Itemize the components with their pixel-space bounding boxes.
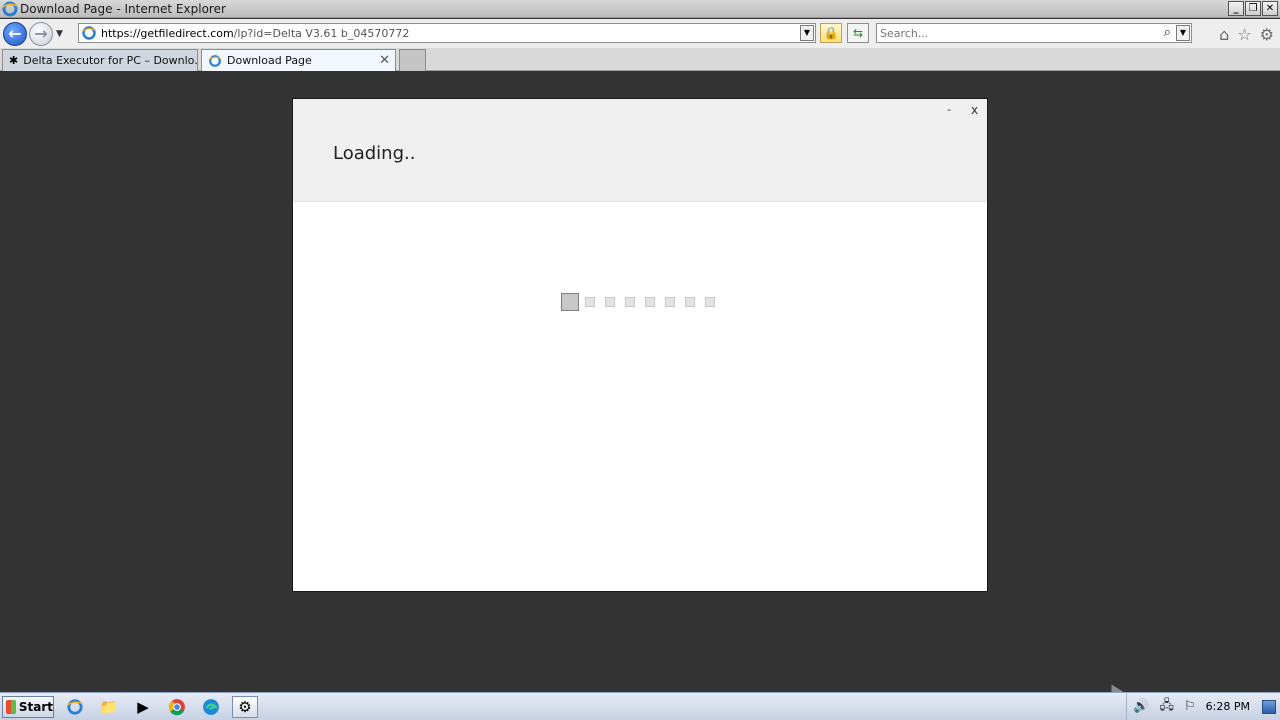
windows-flag-icon [6, 699, 16, 714]
chrome-icon [169, 698, 185, 715]
windows-taskbar: Start 📁 ▶ ⚙ 🔊 🖧 ⚐ 6:28 PM [0, 692, 1280, 720]
tab-label: Delta Executor for PC – Downlo... [23, 54, 198, 67]
page-content: Loading.. - x ANY RUN [0, 71, 1280, 720]
internet-explorer-icon [67, 698, 83, 715]
loader-square [705, 297, 715, 307]
folder-icon: 📁 [99, 697, 119, 716]
show-desktop-button[interactable] [1262, 699, 1276, 714]
loader-square [665, 297, 675, 307]
taskbar-active-app[interactable]: ⚙ [232, 695, 258, 718]
window-controls: _ ❐ ✕ [1228, 1, 1278, 16]
chevron-down-icon: ▼ [1179, 28, 1187, 37]
ie-logo-icon [2, 1, 18, 16]
url-path: /lp?id=Delta V3.61 b_04570772 [233, 26, 410, 40]
taskbar-media-player[interactable]: ▶ [130, 696, 156, 718]
dialog-minimize-button[interactable]: - [947, 103, 951, 116]
back-button[interactable]: ← [3, 21, 27, 46]
tab-label: Download Page [227, 54, 312, 67]
search-icon[interactable]: ⌕ [1164, 25, 1171, 40]
edge-icon [203, 698, 219, 715]
url-host: https://getfiledirect.com [101, 26, 234, 40]
loader-square [645, 297, 655, 307]
address-dropdown-button[interactable]: ▼ [800, 25, 814, 41]
address-url[interactable]: https://getfiledirect.com/lp?id=Delta V3… [101, 27, 409, 40]
arrow-right-icon: → [34, 24, 48, 43]
favorites-star-icon[interactable]: ☆ [1237, 25, 1251, 44]
taskbar-explorer[interactable]: 📁 [96, 696, 122, 718]
security-lock-button[interactable]: 🔒 [820, 23, 842, 43]
network-icon[interactable]: 🖧 [1160, 696, 1175, 718]
application-icon: ⚙ [238, 697, 252, 716]
ie-favicon-icon [209, 54, 221, 67]
settings-gear-icon[interactable]: ⚙ [1260, 25, 1274, 44]
taskbar-ie[interactable] [62, 696, 88, 718]
loader-square [685, 297, 695, 307]
dialog-header: Loading.. - x [293, 99, 987, 202]
forward-button[interactable]: → [29, 21, 53, 46]
browser-tools: ⌂ ☆ ⚙ [1219, 25, 1274, 44]
start-label: Start [18, 699, 53, 714]
start-button[interactable]: Start [2, 695, 54, 718]
window-title-bar: Download Page - Internet Explorer _ ❐ ✕ [0, 0, 1280, 18]
dialog-close-button[interactable]: x [971, 103, 978, 117]
dialog-title: Loading.. [333, 143, 416, 164]
loading-indicator [561, 293, 725, 311]
tab-download-page[interactable]: Download Page ✕ [201, 49, 396, 71]
lock-icon: 🔒 [823, 26, 839, 40]
media-player-icon: ▶ [137, 697, 149, 716]
navigation-bar: ← → ▼ https://getfiledirect.com/lp?id=De… [0, 19, 1280, 48]
page-ie-icon [82, 26, 96, 40]
loader-square [605, 297, 615, 307]
window-title: Download Page - Internet Explorer [20, 1, 226, 16]
search-dropdown-button[interactable]: ▼ [1176, 25, 1190, 41]
refresh-arrows-icon: ⇆ [852, 26, 864, 40]
clock[interactable]: 6:28 PM [1206, 700, 1250, 713]
close-window-button[interactable]: ✕ [1262, 1, 1278, 16]
loader-square [561, 293, 579, 311]
loader-square [625, 297, 635, 307]
system-tray: 🔊 🖧 ⚐ 6:28 PM [1126, 693, 1280, 720]
minimize-window-button[interactable]: _ [1228, 1, 1244, 16]
arrow-left-icon: ← [8, 24, 22, 43]
search-box[interactable]: ⌕ ▼ [876, 23, 1192, 43]
action-center-flag-icon[interactable]: ⚐ [1184, 699, 1196, 714]
taskbar-chrome[interactable] [164, 696, 190, 718]
new-tab-button[interactable] [399, 49, 426, 71]
home-icon[interactable]: ⌂ [1219, 25, 1229, 44]
gear-favicon-icon: ✱ [9, 54, 19, 67]
loading-dialog: Loading.. - x [292, 98, 988, 592]
search-input[interactable] [880, 24, 1155, 42]
loader-square [585, 297, 595, 307]
tab-bar: ✱ Delta Executor for PC – Downlo... Down… [0, 48, 1280, 71]
chevron-down-icon: ▼ [803, 28, 811, 37]
recent-pages-dropdown[interactable]: ▼ [56, 29, 63, 39]
restore-window-button[interactable]: ❐ [1245, 1, 1261, 16]
taskbar-edge[interactable] [198, 696, 224, 718]
compatibility-refresh-button[interactable]: ⇆ [847, 23, 869, 43]
close-tab-icon[interactable]: ✕ [379, 53, 390, 68]
volume-icon[interactable]: 🔊 [1133, 699, 1149, 714]
address-bar[interactable]: https://getfiledirect.com/lp?id=Delta V3… [78, 23, 816, 43]
tab-delta-executor[interactable]: ✱ Delta Executor for PC – Downlo... [2, 49, 198, 71]
